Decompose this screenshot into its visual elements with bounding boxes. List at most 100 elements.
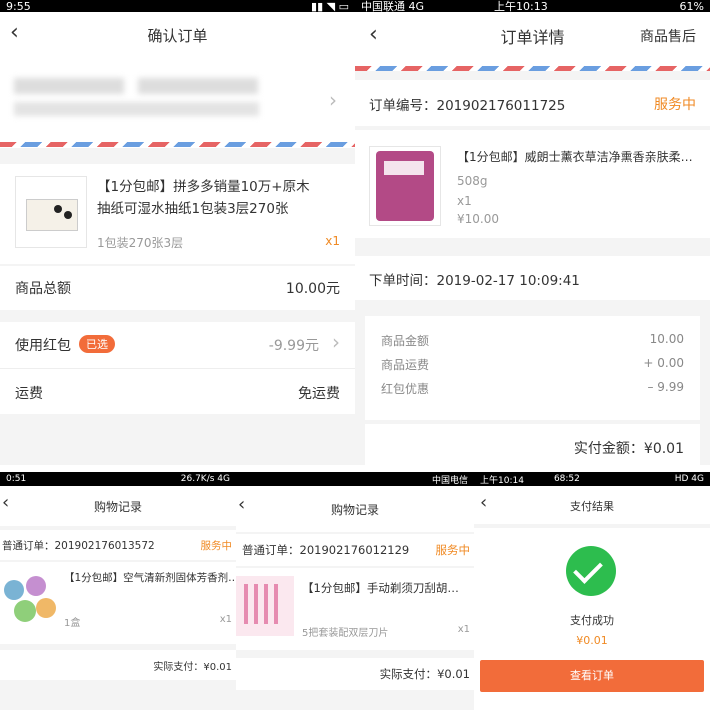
success-check-icon xyxy=(566,546,616,596)
order-number-row: 订单编号：201902176011725 服务中 xyxy=(355,80,710,126)
page-title: 购物记录 xyxy=(330,503,379,517)
order-value: 201902176013572 xyxy=(54,540,155,552)
order-header: 普通订单：201902176013572 服务中 xyxy=(0,530,236,560)
success-text: 支付成功 xyxy=(570,614,614,627)
blurred-address xyxy=(14,102,259,116)
order-label: 普通订单： xyxy=(2,540,55,552)
product-image xyxy=(15,176,87,248)
product-image xyxy=(236,576,294,636)
airmail-stripe xyxy=(0,142,355,147)
product-title: 【1分包邮】拼多多销量10万+原木 抽纸可湿水抽纸1包装3层270张 xyxy=(97,176,310,220)
paid-amount: ¥0.01 xyxy=(576,634,608,647)
order-status: 服务中 xyxy=(200,540,233,552)
airmail-stripe xyxy=(355,66,710,71)
status-network: HD 4G xyxy=(674,474,704,484)
status-network: 26.7K/s 4G xyxy=(180,474,230,484)
panel-payment-result: 上午10:14 68:52 HD 4G ‹ 支付结果 支付成功 ¥0.01 查看… xyxy=(474,472,710,710)
product-title: 【1分包邮】空气清新剂固体芳香剂… xyxy=(64,572,236,584)
paid-row: 实际支付：¥0.01 xyxy=(236,658,474,690)
product-card[interactable]: 【1分包邮】拼多多销量10万+原木 抽纸可湿水抽纸1包装3层270张 1包装27… xyxy=(0,164,355,264)
status-bar: 9:55 ▮▮ ◥ ▭ xyxy=(0,0,355,13)
redpack-value: -9.99元 xyxy=(268,338,319,354)
status-time: 9:55 xyxy=(6,0,31,13)
total-value: 10.00元 xyxy=(285,281,340,297)
product-card[interactable]: 【1分包邮】威朗士薰衣草洁净熏香亲肤柔… 508g x1 ¥10.00 xyxy=(355,130,710,238)
product-card[interactable]: 【1分包邮】空气清新剂固体芳香剂… 1盒 x1 xyxy=(0,562,236,644)
product-title-line: 【1分包邮】拼多多销量10万+原木 xyxy=(97,179,310,195)
order-number: 普通订单：201902176012129 xyxy=(242,542,409,558)
product-title: 【1分包邮】手动剃须刀刮胡… xyxy=(302,581,459,595)
fee-row: 商品金额 10.00 xyxy=(381,332,684,349)
shipping-label: 运费 xyxy=(15,386,43,402)
status-clock: 68:52 xyxy=(553,474,580,484)
chevron-right-icon: › xyxy=(329,88,337,112)
status-bar: 中国联通 4G 上午10:13 61% xyxy=(355,0,710,13)
product-title-line: 抽纸可湿水抽纸1包装3层270张 xyxy=(97,201,289,217)
order-time-label: 下单时间： xyxy=(369,273,437,289)
page-title: 确认订单 xyxy=(147,27,208,45)
order-time: 下单时间：2019-02-17 10:09:41 xyxy=(369,269,580,289)
order-time-row: 下单时间：2019-02-17 10:09:41 xyxy=(355,256,710,300)
redpack-label: 使用红包 已选 xyxy=(15,335,115,355)
fee-value: + 0.00 xyxy=(643,356,684,370)
order-status: 服务中 xyxy=(654,97,696,113)
paid-label: 实际支付： xyxy=(379,667,438,681)
product-image xyxy=(369,146,441,226)
view-order-button[interactable]: 查看订单 xyxy=(480,660,704,692)
nav-bar: ‹ 购物记录 xyxy=(236,486,474,532)
fee-row: 红包优惠 – 9.99 xyxy=(381,380,684,397)
status-icons: ▮▮ ◥ ▭ xyxy=(311,0,349,13)
fee-label: 红包优惠 xyxy=(381,382,430,396)
order-number: 普通订单：201902176013572 xyxy=(2,538,155,553)
address-card[interactable]: › xyxy=(0,58,355,148)
product-title: 【1分包邮】威朗士薰衣草洁净熏香亲肤柔… xyxy=(457,150,693,164)
product-qty: x1 xyxy=(457,194,472,208)
blurred-address xyxy=(14,78,124,94)
order-label: 普通订单： xyxy=(242,543,300,557)
fee-card: 商品金额 10.00 商品运费 + 0.00 红包优惠 – 9.99 xyxy=(365,316,700,420)
nav-bar: ‹ 购物记录 xyxy=(0,486,236,526)
paid-amount: 实付金额：¥0.01 xyxy=(574,438,684,458)
total-row: 商品总额 10.00元 xyxy=(0,266,355,310)
redpack-label-text: 使用红包 xyxy=(15,338,71,354)
product-spec: 5把套装配双层刀片 xyxy=(302,628,389,639)
product-qty: x1 xyxy=(457,624,470,635)
order-time-value: 2019-02-17 10:09:41 xyxy=(436,273,580,289)
paid-row: 实付金额：¥0.01 xyxy=(365,424,700,465)
product-qty: x1 xyxy=(219,614,232,625)
status-bar: 上午10:14 68:52 HD 4G xyxy=(474,472,710,486)
product-image xyxy=(2,570,58,628)
paid-value: ¥0.01 xyxy=(203,662,232,673)
paid-label: 实际支付： xyxy=(153,662,204,673)
paid-amount: 实际支付：¥0.01 xyxy=(380,666,470,682)
order-number-label: 订单编号： xyxy=(369,98,437,114)
order-status: 服务中 xyxy=(435,543,471,557)
chevron-right-icon: › xyxy=(332,330,340,354)
selected-badge: 已选 xyxy=(79,335,115,353)
product-spec: 1包装270张3层 xyxy=(97,236,184,250)
result-card: 支付成功 ¥0.01 查看订单 xyxy=(474,528,710,710)
panel-shopping-record-2: 中国电信 ‹ 购物记录 普通订单：201902176012129 服务中 【1分… xyxy=(236,472,474,710)
fee-value: 10.00 xyxy=(649,332,684,346)
paid-value: ¥0.01 xyxy=(643,441,684,457)
total-label: 商品总额 xyxy=(15,281,71,297)
nav-bar: ‹ 确认订单 xyxy=(0,12,355,58)
after-sale-link[interactable]: 商品售后 xyxy=(640,26,696,46)
product-qty: x1 xyxy=(325,234,340,248)
redpack-row[interactable]: 使用红包 已选 -9.99元 › xyxy=(0,322,355,368)
product-card[interactable]: 【1分包邮】手动剃须刀刮胡… 5把套装配双层刀片 x1 xyxy=(236,568,474,650)
paid-amount: 实际支付：¥0.01 xyxy=(153,658,232,673)
blurred-address xyxy=(138,78,258,94)
paid-row: 实际支付：¥0.01 xyxy=(0,650,236,680)
fee-value: – 9.99 xyxy=(647,380,684,394)
status-bar: 中国电信 xyxy=(236,472,474,486)
panel-confirm-order: 9:55 ▮▮ ◥ ▭ ‹ 确认订单 › 【1分包邮】拼多多销量10万+原木 抽… xyxy=(0,0,355,465)
status-time: 上午10:14 xyxy=(480,475,524,486)
order-number-value: 201902176011725 xyxy=(436,98,566,114)
product-spec: 1盒 xyxy=(64,618,81,629)
status-time: 0:51 xyxy=(6,474,27,484)
fee-label: 商品运费 xyxy=(381,358,430,372)
product-weight: 508g xyxy=(457,174,488,188)
paid-value: ¥0.01 xyxy=(437,667,470,681)
product-price: ¥10.00 xyxy=(457,212,499,226)
